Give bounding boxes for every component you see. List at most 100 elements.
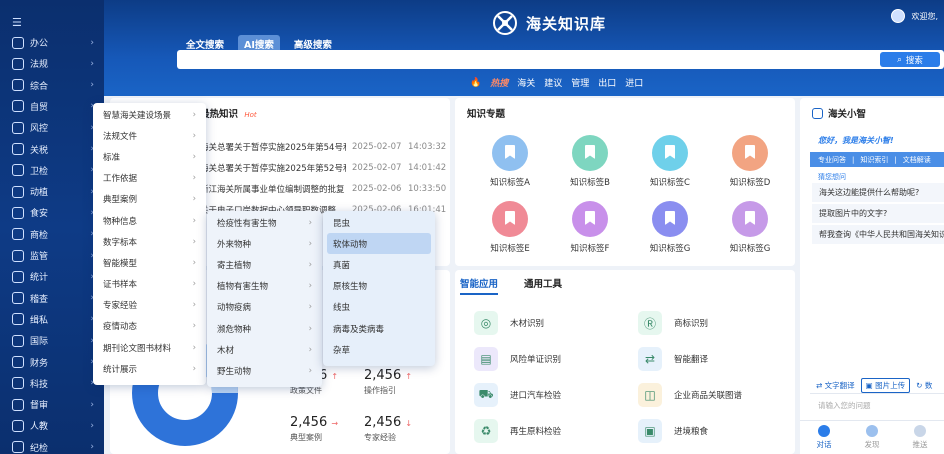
tool-item[interactable]: ◎ 木材识别 [474, 311, 544, 335]
sidebar-item[interactable]: 办公 › [0, 32, 104, 53]
hot-term[interactable]: 进口 [625, 76, 643, 89]
sidebar-item[interactable]: 食安› [0, 202, 104, 223]
trend-arrow-icon: ↑ [405, 372, 413, 381]
menu-item[interactable]: 期刊论文图书材料 › [93, 337, 206, 358]
menu-item[interactable]: 植物有害生物 › [207, 276, 322, 297]
menu-item[interactable]: 濒危物种 › [207, 318, 322, 339]
chevron-right-icon: › [308, 217, 312, 228]
menu-item[interactable]: 物种信息 › [93, 210, 206, 231]
menu-item[interactable]: 线虫 [323, 297, 435, 318]
menu-item[interactable]: 真菌 [323, 254, 435, 275]
sidebar-item[interactable]: 动植› [0, 181, 104, 202]
menu-item[interactable]: 统计展示 › [93, 358, 206, 379]
knowledge-tag[interactable]: 知识标签E [468, 201, 552, 254]
menu-item[interactable]: 疫情动态 › [93, 316, 206, 337]
news-row[interactable]: 海关总署关于暂停实施2025年第54号和第… 2025-02-07 14:03:32 [200, 137, 448, 156]
upload-image-action[interactable]: ▣ 图片上传 [860, 378, 911, 393]
sidebar-item[interactable]: 风控› [0, 117, 104, 138]
hot-term[interactable]: 管理 [571, 76, 589, 89]
menu-item[interactable]: 证书样本 › [93, 274, 206, 295]
tool-item[interactable]: ◫ 企业商品关联图谱 [638, 383, 742, 407]
menu-item[interactable]: 寄主植物 › [207, 254, 322, 275]
hot-term[interactable]: 建议 [544, 76, 562, 89]
nav-discover[interactable]: 发现 [865, 425, 880, 450]
knowledge-tag[interactable]: 知识标签D [708, 135, 792, 188]
assistant-input[interactable]: 请输入您的问题 [810, 393, 944, 413]
menu-item[interactable]: 病毒及类病毒 [323, 318, 435, 339]
chip-index[interactable]: 知识索引 [860, 155, 888, 165]
knowledge-tag[interactable]: 知识标签F [548, 201, 632, 254]
push-icon [914, 425, 926, 437]
translate-action[interactable]: ⇄ 文字翻译 [816, 380, 855, 391]
menu-item[interactable]: 工作依据 › [93, 168, 206, 189]
menu-item[interactable]: 典型案例 › [93, 189, 206, 210]
sidebar-item[interactable]: 督审 › [0, 394, 104, 415]
sidebar-item[interactable]: 自贸› [0, 96, 104, 117]
menu-toggle-icon[interactable]: ☰ [12, 16, 22, 29]
menu-item[interactable]: 木材 › [207, 339, 322, 360]
suggested-question[interactable]: 帮我查询《中华人民共和国海关知识产 [812, 225, 944, 244]
menu-item[interactable]: 数字标本 › [93, 231, 206, 252]
sidebar-item[interactable]: 国际› [0, 330, 104, 351]
chevron-right-icon: › [308, 323, 312, 334]
stat-label: 操作指引 [364, 386, 396, 395]
chip-qa[interactable]: 专业问答 [818, 155, 846, 165]
tool-item[interactable]: ⛟ 进口汽车检验 [474, 383, 561, 407]
sidebar-item[interactable]: 法规 › [0, 53, 104, 74]
sidebar-item[interactable]: 综合 › [0, 75, 104, 96]
hot-term[interactable]: 海关 [517, 76, 535, 89]
knowledge-tag[interactable]: 知识标签C [628, 135, 712, 188]
sidebar-item[interactable]: 科技 › [0, 373, 104, 394]
sidebar-item[interactable]: 缉私› [0, 309, 104, 330]
sidebar-item[interactable]: 商检› [0, 224, 104, 245]
news-row[interactable]: 浙江海关所属事业单位编制调整的批复 2025-02-06 10:33:50 [200, 179, 448, 198]
knowledge-tag[interactable]: 知识标签G [628, 201, 712, 254]
news-row[interactable]: 海关总署关于暂停实施2025年第52号和第… 2025-02-07 14:01:42 [200, 158, 448, 177]
sidebar-item[interactable]: 稽查› [0, 288, 104, 309]
hot-search-bar: 🔥 热搜 海关 建议 管理 出口 进口 [470, 76, 643, 90]
nav-chat[interactable]: 对话 [817, 425, 832, 450]
menu-item[interactable]: 动物疫病 › [207, 297, 322, 318]
sidebar-item[interactable]: 关税› [0, 139, 104, 160]
menu-item[interactable]: 昆虫 [323, 212, 435, 233]
tool-item[interactable]: Ⓡ 商标识别 [638, 311, 708, 335]
search-input[interactable]: ⌕ 搜索 [177, 50, 944, 69]
menu-item[interactable]: 杂草 [323, 339, 435, 360]
menu-item[interactable]: 原核生物 [323, 276, 435, 297]
menu-item[interactable]: 野生动物 › [207, 360, 322, 381]
nav-discover-label: 发现 [864, 440, 880, 449]
tool-item[interactable]: ▤ 风险单证识别 [474, 347, 561, 371]
sidebar-item[interactable]: 财务› [0, 352, 104, 373]
sidebar-item[interactable]: 统计› [0, 266, 104, 287]
sidebar-item-label: 食安 [30, 209, 49, 220]
sidebar-item[interactable]: 纪检 › [0, 437, 104, 454]
knowledge-tag[interactable]: 知识标签G [708, 201, 792, 254]
sidebar-item[interactable]: 监管› [0, 245, 104, 266]
user-menu[interactable]: 欢迎您, [891, 9, 938, 23]
tool-item[interactable]: ⇄ 智能翻译 [638, 347, 708, 371]
chip-doc[interactable]: 文档解读 [903, 155, 931, 165]
bookmark-icon [732, 135, 768, 171]
menu-item[interactable]: 软体动物 [327, 233, 431, 255]
nav-push[interactable]: 推送 [913, 425, 928, 450]
tab-general-tools[interactable]: 通用工具 [524, 276, 562, 290]
menu-item[interactable]: 标准 › [93, 146, 206, 167]
sidebar-item[interactable]: 人教 › [0, 415, 104, 436]
tab-smart-apps[interactable]: 智能应用 [460, 276, 499, 295]
menu-item[interactable]: 智能模型 › [93, 252, 206, 273]
menu-item[interactable]: 智慧海关建设场景 › [93, 104, 206, 125]
menu-item[interactable]: 法规文件 › [93, 125, 206, 146]
more-action[interactable]: ↻ 数 [916, 380, 932, 391]
menu-item[interactable]: 检疫性有害生物 › [207, 212, 322, 233]
knowledge-tag[interactable]: 知识标签A [468, 135, 552, 188]
suggested-question[interactable]: 海关这边能提供什么帮助呢? [812, 183, 944, 202]
menu-item[interactable]: 外来物种 › [207, 233, 322, 254]
sidebar-item[interactable]: 卫检› [0, 160, 104, 181]
tool-item[interactable]: ♻ 再生原料检验 [474, 419, 561, 443]
suggested-question[interactable]: 提取图片中的文字? [812, 204, 944, 223]
hot-term[interactable]: 出口 [598, 76, 616, 89]
tool-item[interactable]: ▣ 进境粮食 [638, 419, 708, 443]
search-button[interactable]: ⌕ 搜索 [880, 52, 940, 67]
knowledge-tag[interactable]: 知识标签B [548, 135, 632, 188]
menu-item[interactable]: 专家经验 › [93, 295, 206, 316]
